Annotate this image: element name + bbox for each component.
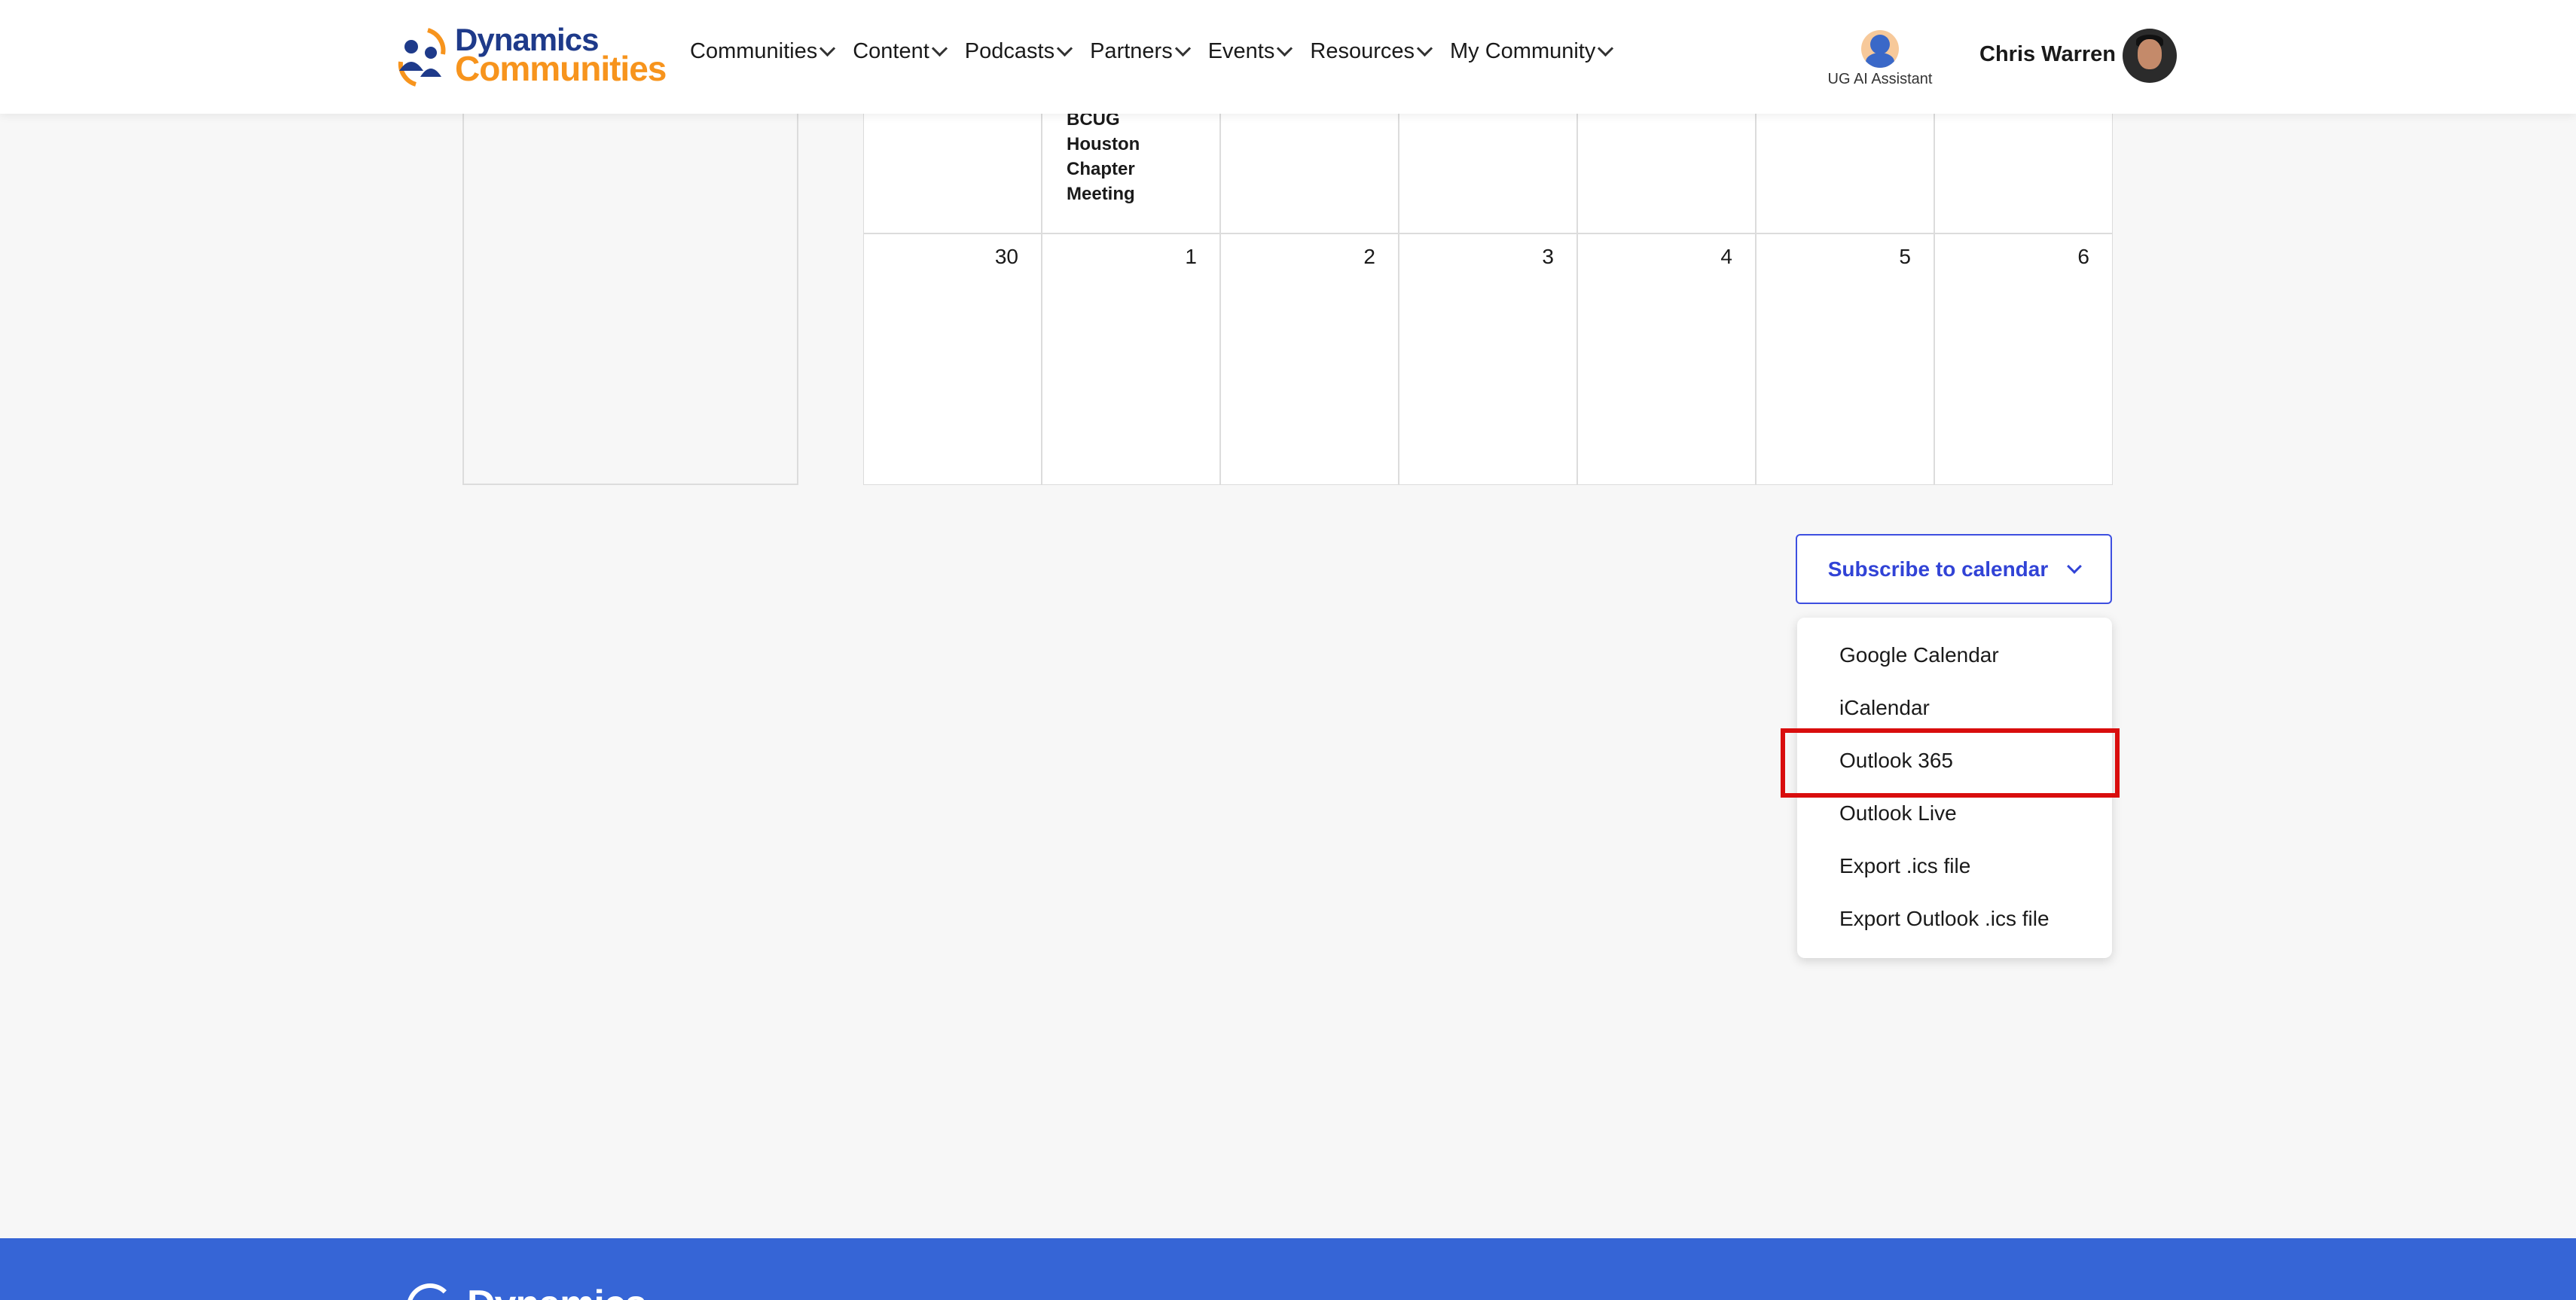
chevron-down-icon (1416, 40, 1433, 57)
menu-item-export-ics[interactable]: Export .ics file (1839, 854, 1970, 878)
day-number: 1 (1185, 245, 1197, 268)
subscribe-to-calendar-button[interactable]: Subscribe to calendar (1796, 534, 2112, 604)
chevron-down-icon (819, 40, 836, 57)
nav-resources[interactable]: Resources (1310, 39, 1433, 64)
calendar-day-cell[interactable]: 6 (1934, 233, 2113, 485)
calendar-day-cell[interactable]: 1 (1042, 233, 1220, 485)
footer-logo-icon (407, 1283, 453, 1300)
logo-line2: Communities (455, 49, 667, 88)
calendar-day-cell[interactable]: 5 (1756, 233, 1934, 485)
menu-item-google-calendar[interactable]: Google Calendar (1839, 643, 1999, 667)
highlight-box-outlook-365 (1781, 728, 2120, 798)
day-number: 3 (1542, 245, 1554, 268)
calendar-day-cell[interactable]: 30 (863, 233, 1042, 485)
day-number: 30 (994, 245, 1018, 268)
subscribe-button-label: Subscribe to calendar (1827, 557, 2049, 581)
chevron-down-icon (1277, 40, 1293, 57)
community-logo-icon (398, 28, 446, 87)
chevron-down-icon (931, 40, 948, 57)
day-number: 6 (2077, 245, 2089, 268)
menu-item-outlook-live[interactable]: Outlook Live (1839, 801, 1957, 825)
footer-logo-text[interactable]: Dynamics (467, 1282, 647, 1300)
chevron-down-icon (2067, 558, 2083, 574)
calendar-day-cell[interactable]: 4 (1577, 233, 1756, 485)
day-number: 5 (1899, 245, 1911, 268)
calendar-event[interactable]: BCUG Houston Chapter Meeting (1067, 107, 1187, 206)
avatar[interactable] (2123, 29, 2177, 83)
nav-communities[interactable]: Communities (690, 39, 836, 64)
nav-my-community[interactable]: My Community (1450, 39, 1614, 64)
nav-partners[interactable]: Partners (1090, 39, 1191, 64)
chevron-down-icon (1174, 40, 1191, 57)
menu-item-icalendar[interactable]: iCalendar (1839, 696, 1930, 720)
nav-events[interactable]: Events (1208, 39, 1293, 64)
menu-item-export-outlook-ics[interactable]: Export Outlook .ics file (1839, 907, 2050, 931)
day-number: 4 (1720, 245, 1732, 268)
chevron-down-icon (1056, 40, 1073, 57)
ai-assistant-avatar-icon (1861, 30, 1899, 68)
calendar-day-cell[interactable]: 2 (1220, 233, 1399, 485)
ai-assistant-label: UG AI Assistant (1827, 71, 1933, 87)
ai-assistant-button[interactable]: UG AI Assistant (1820, 30, 1940, 88)
site-logo[interactable]: Dynamics Communities (395, 24, 667, 92)
calendar-week-row: 30 1 2 3 4 5 6 (863, 233, 2113, 485)
calendar-day-cell[interactable]: 3 (1399, 233, 1577, 485)
day-number: 2 (1363, 245, 1375, 268)
site-footer: Dynamics (0, 1238, 2576, 1300)
user-name[interactable]: Chris Warren (1979, 42, 2116, 67)
main-nav: Communities Content Podcasts Partners Ev… (690, 39, 1631, 64)
nav-content[interactable]: Content (853, 39, 948, 64)
chevron-down-icon (1598, 40, 1614, 57)
site-header: Dynamics Communities Communities Content… (0, 0, 2576, 114)
nav-podcasts[interactable]: Podcasts (965, 39, 1073, 64)
left-sidebar-panel (462, 75, 798, 485)
